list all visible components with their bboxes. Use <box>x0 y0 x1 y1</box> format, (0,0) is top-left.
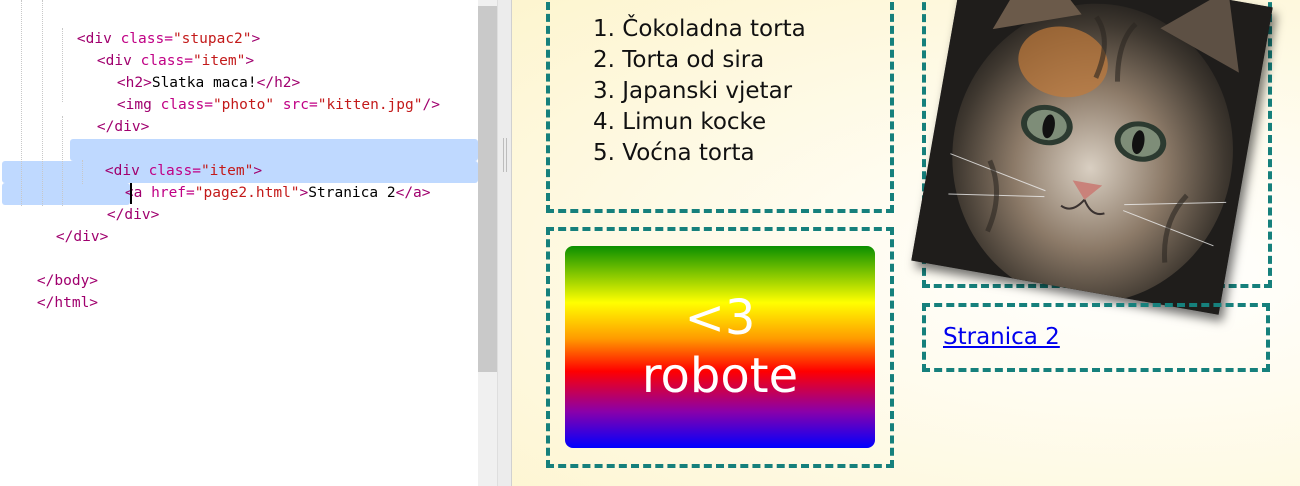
code-token: "page2.html" <box>194 185 300 201</box>
code-line-13: </html> <box>2 270 98 311</box>
kitten-photo <box>911 0 1273 315</box>
code-token: </div> <box>96 119 150 135</box>
list-item: 3. Japanski vjetar <box>593 78 793 104</box>
splitter-grip-icon <box>506 138 507 172</box>
code-token: </div> <box>106 207 160 223</box>
text-caret <box>130 183 132 204</box>
code-line-4: <img class="photo" src="kitten.jpg"/> <box>82 72 440 113</box>
editor-scrollbar-thumb[interactable] <box>478 6 497 372</box>
rainbow-banner: <3 robote <box>565 246 875 448</box>
dessert-list: 1. Čokoladna torta 2. Torta od sira 3. J… <box>593 14 806 169</box>
code-line-7: <div class="item"> <box>70 138 262 179</box>
rainbow-line-1: <3 <box>684 290 756 346</box>
code-token: class= <box>151 97 213 113</box>
code-token: > <box>299 185 309 201</box>
code-line-2: <div class="item"> <box>62 28 254 69</box>
code-token: "kitten.jpg" <box>317 97 423 113</box>
code-editor[interactable]: <div class="stupac2"> <div class="item">… <box>0 0 478 486</box>
rainbow-line-2: robote <box>641 348 799 404</box>
code-line-1: <div class="stupac2"> <box>42 6 260 47</box>
pane-splitter[interactable] <box>497 0 512 486</box>
code-token: </a> <box>395 185 431 201</box>
code-token: /> <box>422 97 440 113</box>
code-line-3: <h2>Slatka maca!</h2> <box>82 50 300 91</box>
code-line-8: <a href="page2.html">Stranica 2</a> <box>90 160 431 201</box>
code-token: </div> <box>55 229 109 245</box>
code-token: </html> <box>36 295 99 311</box>
code-line-12: </body> <box>2 248 98 289</box>
stranica-2-link[interactable]: Stranica 2 <box>943 324 1060 350</box>
list-item: 1. Čokoladna torta <box>593 16 806 42</box>
code-line-5: </div> <box>62 94 149 135</box>
splitter-grip-icon <box>503 138 504 172</box>
code-token: Stranica 2 <box>308 185 396 201</box>
code-line-9: </div> <box>72 182 159 223</box>
list-item: 5. Voćna torta <box>593 140 755 166</box>
list-item: 4. Limun kocke <box>593 109 767 135</box>
code-token: "photo" <box>212 97 275 113</box>
kitten-photo-icon <box>911 0 1273 315</box>
list-item: 2. Torta od sira <box>593 47 765 73</box>
code-line-10: </div> <box>21 204 108 245</box>
indent-guide <box>21 0 22 206</box>
code-token: src= <box>274 97 318 113</box>
